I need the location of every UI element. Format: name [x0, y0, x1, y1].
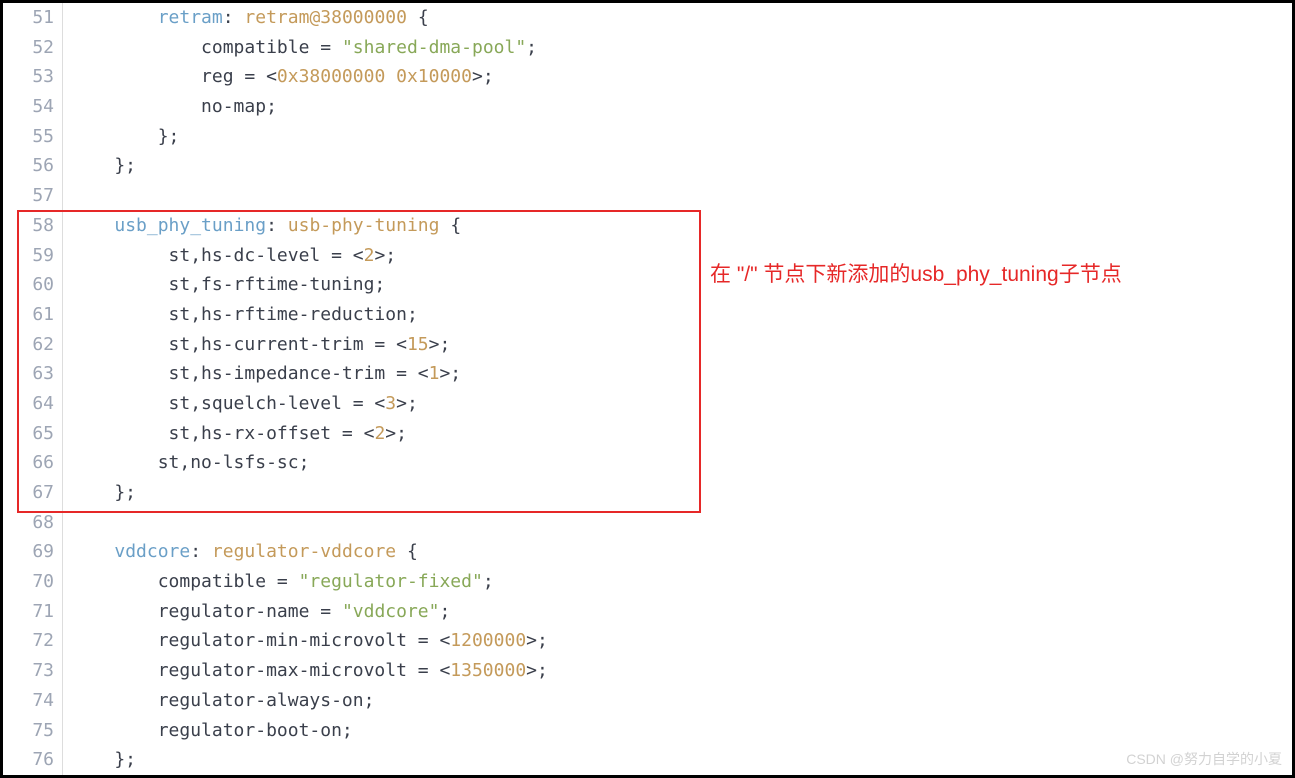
line-number: 75	[3, 716, 54, 746]
line-number: 52	[3, 33, 54, 63]
code-line: usb_phy_tuning: usb-phy-tuning {	[71, 211, 1292, 241]
code-content: retram: retram@38000000 { compatible = "…	[63, 3, 1292, 775]
line-number: 68	[3, 508, 54, 538]
code-line: st,hs-rftime-reduction;	[71, 300, 1292, 330]
code-line	[71, 508, 1292, 538]
annotation-text: 在 "/" 节点下新添加的usb_phy_tuning子节点	[710, 258, 1122, 288]
code-line: compatible = "regulator-fixed";	[71, 567, 1292, 597]
code-line: no-map;	[71, 92, 1292, 122]
line-number: 59	[3, 241, 54, 271]
line-number: 61	[3, 300, 54, 330]
line-number: 69	[3, 537, 54, 567]
code-line: regulator-min-microvolt = <1200000>;	[71, 626, 1292, 656]
code-line: st,hs-rx-offset = <2>;	[71, 419, 1292, 449]
line-numbers: 5152535455565758596061626364656667686970…	[3, 3, 63, 775]
line-number: 58	[3, 211, 54, 241]
line-number: 57	[3, 181, 54, 211]
line-number: 71	[3, 597, 54, 627]
line-number: 56	[3, 151, 54, 181]
code-line: regulator-always-on;	[71, 686, 1292, 716]
line-number: 53	[3, 62, 54, 92]
code-line: regulator-name = "vddcore";	[71, 597, 1292, 627]
code-line: };	[71, 478, 1292, 508]
line-number: 67	[3, 478, 54, 508]
line-number: 72	[3, 626, 54, 656]
code-line: st,hs-impedance-trim = <1>;	[71, 359, 1292, 389]
code-line: st,no-lsfs-sc;	[71, 448, 1292, 478]
code-editor: 5152535455565758596061626364656667686970…	[3, 3, 1292, 775]
code-line: st,hs-current-trim = <15>;	[71, 330, 1292, 360]
line-number: 54	[3, 92, 54, 122]
line-number: 76	[3, 745, 54, 775]
line-number: 65	[3, 419, 54, 449]
line-number: 66	[3, 448, 54, 478]
code-line: regulator-boot-on;	[71, 716, 1292, 746]
code-line: retram: retram@38000000 {	[71, 3, 1292, 33]
code-line: };	[71, 745, 1292, 775]
code-line: };	[71, 122, 1292, 152]
line-number: 60	[3, 270, 54, 300]
code-line	[71, 181, 1292, 211]
line-number: 74	[3, 686, 54, 716]
screenshot-frame: 5152535455565758596061626364656667686970…	[0, 0, 1295, 778]
line-number: 64	[3, 389, 54, 419]
line-number: 63	[3, 359, 54, 389]
watermark: CSDN @努力自学的小夏	[1126, 749, 1282, 769]
line-number: 62	[3, 330, 54, 360]
code-line: vddcore: regulator-vddcore {	[71, 537, 1292, 567]
code-line: reg = <0x38000000 0x10000>;	[71, 62, 1292, 92]
code-line: };	[71, 151, 1292, 181]
line-number: 51	[3, 3, 54, 33]
line-number: 73	[3, 656, 54, 686]
code-line: compatible = "shared-dma-pool";	[71, 33, 1292, 63]
line-number: 55	[3, 122, 54, 152]
code-line: st,squelch-level = <3>;	[71, 389, 1292, 419]
line-number: 70	[3, 567, 54, 597]
code-line: regulator-max-microvolt = <1350000>;	[71, 656, 1292, 686]
